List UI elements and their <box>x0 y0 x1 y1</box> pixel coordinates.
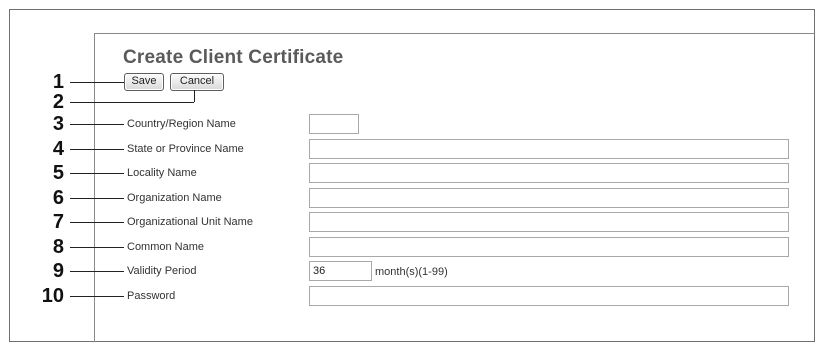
callout-10: 10 <box>41 285 64 307</box>
callout-4-leader <box>70 149 124 150</box>
callout-6-leader <box>70 198 124 199</box>
org-unit-label: Organizational Unit Name <box>127 216 253 228</box>
common-name-label: Common Name <box>127 241 205 253</box>
locality-field[interactable] <box>309 163 789 183</box>
country-label: Country/Region Name <box>127 118 236 130</box>
callout-9: 9 <box>52 260 64 282</box>
callout-2: 2 <box>52 91 64 113</box>
validity-field[interactable]: 36 <box>309 261 372 281</box>
common-name-field[interactable] <box>309 237 789 257</box>
callout-7-leader <box>70 222 124 223</box>
organization-label: Organization Name <box>127 192 222 204</box>
callout-9-leader <box>70 271 124 272</box>
callout-2-leader <box>70 102 194 103</box>
validity-label: Validity Period <box>127 265 197 277</box>
validity-unit: month(s)(1-99) <box>375 266 448 278</box>
callout-1-leader <box>70 82 124 83</box>
callout-8-leader <box>70 247 124 248</box>
org-unit-field[interactable] <box>309 212 789 232</box>
callout-5-leader <box>70 173 124 174</box>
callout-7: 7 <box>52 211 64 233</box>
callout-3: 3 <box>52 113 64 135</box>
callout-5: 5 <box>52 162 64 184</box>
callout-4: 4 <box>52 138 64 160</box>
callout-10-leader <box>70 296 124 297</box>
password-field[interactable] <box>309 286 789 306</box>
password-label: Password <box>127 290 176 302</box>
callout-8: 8 <box>52 236 64 258</box>
locality-label: Locality Name <box>127 167 197 179</box>
callout-2-connector <box>194 90 195 102</box>
save-button[interactable]: Save <box>124 73 164 91</box>
organization-field[interactable] <box>309 188 789 208</box>
state-label: State or Province Name <box>127 143 244 155</box>
country-field[interactable] <box>309 114 359 134</box>
state-field[interactable] <box>309 139 789 159</box>
callout-1: 1 <box>52 71 64 93</box>
callout-3-leader <box>70 124 124 125</box>
page-title: Create Client Certificate <box>123 47 344 68</box>
cancel-button[interactable]: Cancel <box>170 73 224 91</box>
callout-6: 6 <box>52 187 64 209</box>
